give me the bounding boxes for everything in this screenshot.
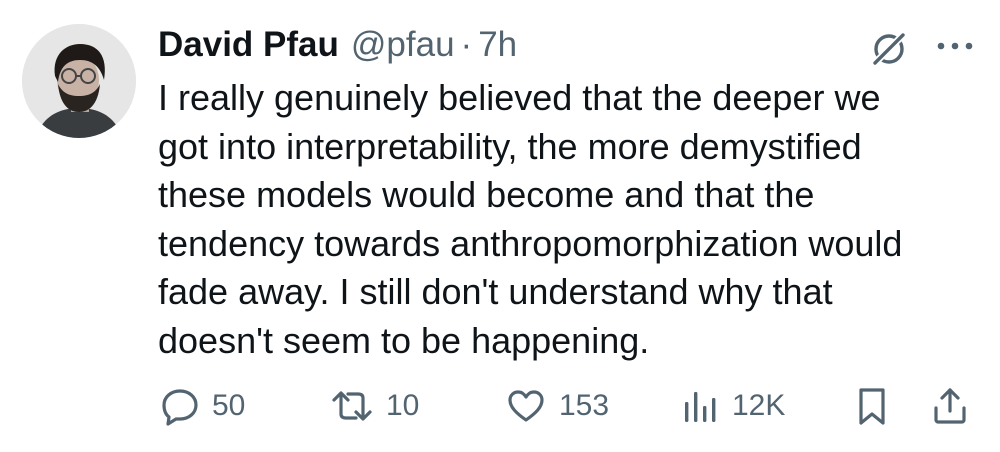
tweet-text: I really genuinely believed that the dee… (158, 74, 988, 365)
more-icon[interactable] (934, 36, 976, 56)
like-count: 153 (559, 389, 610, 422)
share-icon (930, 386, 970, 426)
tweet-text-line: I really genuinely believed that the dee… (158, 77, 881, 118)
tweet-text-line: doesn't seem to be happening. (158, 319, 650, 361)
action-bar: 50 10 153 12K (0, 378, 1000, 434)
repost-count: 10 (386, 389, 420, 422)
author-handle[interactable]: @pfau (351, 25, 455, 65)
tweet-header: David Pfau @pfau · 7h (158, 22, 517, 68)
grok-icon[interactable] (868, 28, 910, 70)
share-button[interactable] (930, 378, 970, 434)
reply-count: 50 (212, 389, 246, 422)
reply-button[interactable]: 50 (160, 378, 245, 434)
avatar[interactable] (22, 24, 136, 138)
tweet-text-line: got into interpretability, the more demy… (158, 125, 862, 167)
tweet-text-line: these models would become and that the (158, 174, 815, 215)
separator-dot: · (460, 25, 473, 64)
avatar-photo (22, 24, 136, 138)
views-count: 12K (732, 389, 786, 422)
tweet-text-line: tendency towards anthropomorphization wo… (158, 222, 903, 264)
heart-icon (505, 386, 547, 426)
views-button[interactable]: 12K (680, 378, 785, 434)
tweet-card[interactable]: David Pfau @pfau · 7h I really genuinely… (0, 0, 1000, 452)
tweet-text-line: fade away. I still don't understand why … (158, 271, 833, 312)
bookmark-icon (854, 386, 890, 426)
views-icon (680, 386, 720, 426)
bookmark-button[interactable] (854, 378, 890, 434)
repost-button[interactable]: 10 (330, 378, 419, 434)
like-button[interactable]: 153 (505, 378, 609, 434)
repost-icon (330, 386, 374, 426)
author-name[interactable]: David Pfau (158, 25, 339, 65)
timestamp[interactable]: 7h (478, 25, 517, 65)
reply-icon (160, 386, 200, 426)
